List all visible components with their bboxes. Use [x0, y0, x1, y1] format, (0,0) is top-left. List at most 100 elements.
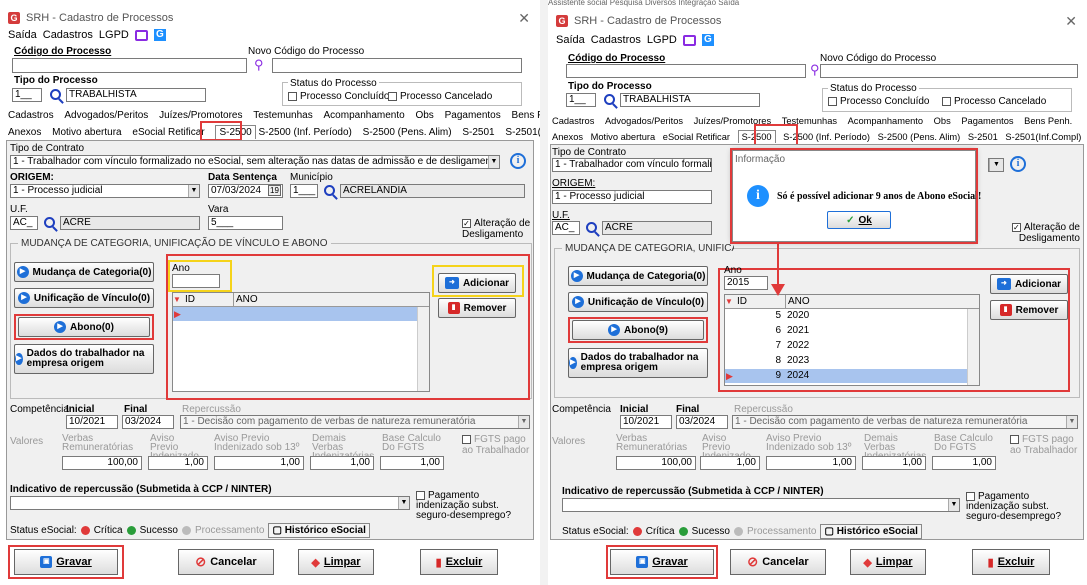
tab-s2501[interactable]: S-2501: [462, 127, 494, 138]
tab-s2500-pens[interactable]: S-2500 (Pens. Alim): [878, 132, 961, 142]
close-icon[interactable]: ✕: [1065, 13, 1077, 30]
tab-juizes[interactable]: Juízes/Promotores: [694, 116, 772, 126]
tab-anexos[interactable]: Anexos: [552, 132, 583, 142]
uf-code[interactable]: AC_: [10, 216, 38, 230]
menu-lgpd[interactable]: LGPD: [647, 34, 677, 46]
tab-s2500-periodo[interactable]: S-2500 (Inf. Período): [783, 132, 870, 142]
search-icon[interactable]: [586, 222, 597, 233]
g-icon[interactable]: G: [701, 34, 714, 46]
menu-saida[interactable]: Saída: [8, 29, 37, 41]
excluir-button[interactable]: ▮ Excluir: [420, 549, 498, 575]
fgts-checkbox[interactable]: FGTS pago ao Trabalhador: [462, 434, 532, 456]
tab-s2501-compl[interactable]: S-2501(Inf.Compl): [1005, 132, 1081, 142]
tab-obs[interactable]: Obs: [415, 110, 433, 121]
excluir-button[interactable]: ▮ Excluir: [972, 549, 1050, 575]
tab-s2500-pens[interactable]: S-2500 (Pens. Alim): [363, 127, 452, 138]
grid-row-empty[interactable]: ▶: [173, 307, 429, 321]
tab-cadastros[interactable]: Cadastros: [8, 110, 54, 121]
tab-advogados[interactable]: Advogados/Peritos: [605, 116, 683, 126]
tab-motivo[interactable]: Motivo abertura: [591, 132, 656, 142]
dados-trabalhador-button[interactable]: ▶ Dados do trabalhador na empresa origem: [14, 344, 154, 374]
indicativo-select[interactable]: ▼: [562, 498, 960, 512]
novo-codigo-input[interactable]: [272, 58, 522, 73]
base-input[interactable]: 1,00: [932, 456, 996, 470]
mudanca-categoria-button[interactable]: ▶ Mudança de Categoria(0): [14, 262, 154, 282]
search-icon[interactable]: [324, 185, 335, 196]
novo-codigo-input[interactable]: [820, 64, 1078, 78]
alteracao-checkbox[interactable]: ✓ Alteração de Desligamento: [462, 218, 532, 240]
tab-s2500[interactable]: S-2500: [215, 125, 256, 139]
adicionar-button[interactable]: ➜ Adicionar: [438, 273, 516, 293]
fgts-checkbox[interactable]: FGTS pago ao Trabalhador: [1010, 434, 1082, 456]
mudanca-categoria-button[interactable]: ▶ Mudança de Categoria(0): [568, 266, 708, 286]
unificacao-vinculo-button[interactable]: ▶ Unificação de Vínculo(0): [568, 292, 708, 312]
tab-s2500-periodo[interactable]: S-2500 (Inf. Período): [258, 127, 351, 138]
tipo-contrato-select[interactable]: 1 - Trabalhador com vínculo formalizado …: [552, 158, 712, 172]
historico-esocial-button[interactable]: ▢ Histórico eSocial: [268, 523, 370, 538]
verbas-input[interactable]: 100,00: [62, 456, 142, 470]
limpar-button[interactable]: ◆ Limpar: [298, 549, 374, 575]
grid-row[interactable]: 5 2020: [725, 309, 967, 323]
tab-s2500[interactable]: S-2500: [737, 130, 776, 143]
tab-cadastros[interactable]: Cadastros: [552, 116, 594, 126]
tab-obs[interactable]: Obs: [934, 116, 951, 126]
abono-button[interactable]: ▶ Abono(0): [18, 317, 150, 337]
menu-cadastros[interactable]: Cadastros: [43, 29, 93, 41]
tab-esocial-retificar[interactable]: eSocial Retificar: [663, 132, 730, 142]
tab-motivo[interactable]: Motivo abertura: [52, 127, 121, 138]
search-icon[interactable]: [44, 217, 55, 228]
inicial-input[interactable]: 10/2021: [620, 415, 672, 429]
pagamento-checkbox[interactable]: Pagamento indenização subst. seguro-dese…: [416, 491, 534, 521]
info-icon[interactable]: i: [510, 153, 526, 169]
tab-juizes[interactable]: Juízes/Promotores: [159, 110, 242, 121]
cancelar-button[interactable]: ⊘ Cancelar: [178, 549, 274, 575]
calendar-icon[interactable]: 19: [268, 185, 281, 196]
tab-bens[interactable]: Bens Penh.: [1024, 116, 1072, 126]
indicativo-select[interactable]: ▼: [10, 496, 410, 510]
demais-input[interactable]: 1,00: [310, 456, 374, 470]
chat-icon[interactable]: [134, 29, 148, 41]
search-icon[interactable]: [604, 94, 615, 105]
tab-esocial-retificar[interactable]: eSocial Retificar: [132, 127, 204, 138]
final-input[interactable]: 03/2024: [122, 415, 174, 429]
tab-advogados[interactable]: Advogados/Peritos: [64, 110, 148, 121]
repercussao-select[interactable]: 1 - Decisão com pagamento de verbas de n…: [180, 415, 530, 429]
chat-icon[interactable]: [682, 34, 696, 46]
grid-scrollbar[interactable]: [417, 307, 429, 391]
tab-acompanhamento[interactable]: Acompanhamento: [324, 110, 405, 121]
origem-select[interactable]: 1 - Processo judicial: [552, 190, 712, 204]
aviso13-input[interactable]: 1,00: [766, 456, 856, 470]
historico-esocial-button[interactable]: ▢ Histórico eSocial: [820, 524, 922, 539]
aviso13-input[interactable]: 1,00: [214, 456, 304, 470]
final-input[interactable]: 03/2024: [676, 415, 728, 429]
grid-scrollbar[interactable]: [967, 309, 979, 385]
aviso-ind-input[interactable]: 1,00: [700, 456, 760, 470]
ano-input[interactable]: 2015: [724, 276, 768, 290]
cancelar-button[interactable]: ⊘ Cancelar: [730, 549, 826, 575]
tab-s2501[interactable]: S-2501: [968, 132, 998, 142]
abono-grid[interactable]: ▼ ID ANO ▶: [172, 292, 430, 392]
aviso-ind-input[interactable]: 1,00: [148, 456, 208, 470]
codigo-input[interactable]: [566, 64, 806, 78]
tab-acompanhamento[interactable]: Acompanhamento: [848, 116, 923, 126]
tab-s2501-compl[interactable]: S-2501(Inf.Compl): [505, 127, 540, 138]
search-icon[interactable]: ⚲: [810, 63, 820, 76]
inicial-input[interactable]: 10/2021: [66, 415, 118, 429]
concluido-checkbox[interactable]: Processo Concluído: [288, 91, 390, 102]
abono-button[interactable]: ▶ Abono(9): [572, 320, 704, 340]
abono-grid[interactable]: ▼ ID ANO 5 2020 6 2021 7 2022 8 2023 ▶ 9 2024: [724, 294, 980, 386]
ok-button[interactable]: ✓ Ok: [827, 211, 891, 229]
grid-row[interactable]: 7 2022: [725, 339, 967, 353]
tab-anexos[interactable]: Anexos: [8, 127, 41, 138]
dados-trabalhador-button[interactable]: ▶ Dados do trabalhador na empresa origem: [568, 348, 708, 378]
remover-button[interactable]: ▮ Remover: [990, 300, 1068, 320]
tab-testemunhas[interactable]: Testemunhas: [782, 116, 837, 126]
info-icon[interactable]: i: [1010, 156, 1026, 172]
tipo-code-input[interactable]: 1__: [12, 88, 42, 102]
unificacao-vinculo-button[interactable]: ▶ Unificação de Vínculo(0): [14, 288, 154, 308]
tab-pagamentos[interactable]: Pagamentos: [445, 110, 501, 121]
pagamento-checkbox[interactable]: Pagamento indenização subst. seguro-dese…: [966, 492, 1084, 522]
base-input[interactable]: 1,00: [380, 456, 444, 470]
g-icon[interactable]: G: [153, 29, 166, 41]
menu-saida[interactable]: Saída: [556, 34, 585, 46]
